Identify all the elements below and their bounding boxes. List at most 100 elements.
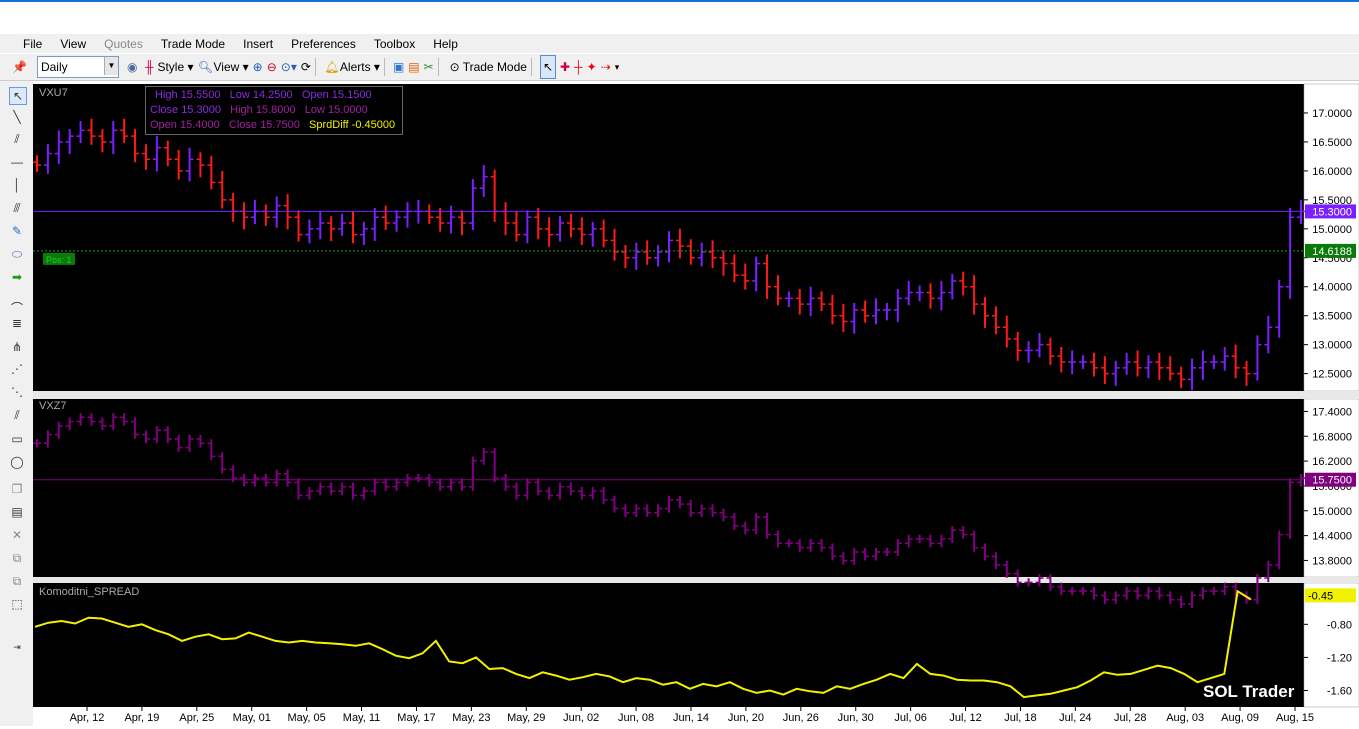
magnifier-icon: 🔍︎ [197,60,214,74]
delete-icon[interactable]: ✕ [9,527,25,543]
chart-area: 17.0000 16.5000 16.0000 15.5000 15.0000 14.50… [33,81,1359,726]
gann-fan-icon[interactable]: ⋱ [9,384,25,400]
pointer-icon[interactable]: ↖ [539,55,557,79]
position-tag-label: Pos: 1 [46,255,72,265]
crosshair-dot-icon[interactable]: ✦ [587,56,597,78]
x-tick-label: May, 23 [452,712,490,724]
speed-lines-icon[interactable]: ⫽ [9,407,25,423]
brand-label: SOL Trader [1203,682,1295,701]
zoom-menu-icon[interactable]: ⊙▾ [281,56,297,78]
period-select[interactable]: Daily ▼ [36,56,119,78]
spread-tick-label: -1.60 [1327,685,1352,697]
menu-preferences[interactable]: Preferences [282,37,365,51]
info-close-label: Close [150,104,179,116]
overflow-icon[interactable]: ▾ [615,56,620,78]
chart-canvas[interactable]: 17.000016.500016.000015.500015.000014.50… [33,81,1359,726]
drawing-tools-bar: ↖ ╲ ⫽ — │ ⫻ ✎ ⬭ ➡ ︵ ≣ ⋔ ⋰ ⋱ ⫽ ▭ ◯ ❐ ▤ ✕ … [0,81,33,726]
note-icon[interactable]: ✎ [9,223,25,239]
refresh-icon[interactable]: ⟳ [301,56,311,78]
vxz-tick-label: 13.8000 [1312,555,1352,567]
zoom-in-icon[interactable]: ⊕ [253,56,263,78]
ellipse-icon[interactable]: ◯ [9,454,25,470]
line-tool-icon[interactable]: ╲ [9,109,25,125]
x-tick-label: Jun, 02 [563,712,599,724]
stack-icon[interactable]: ⧉ [9,550,25,566]
expand-icon[interactable]: ⇥ [9,639,25,655]
info-high-value: 15.5500 [180,89,221,101]
menu-help[interactable]: Help [424,37,467,51]
position-value-label: 14.6188 [1312,246,1352,258]
info-spread-label: SprdDiff [309,119,349,131]
rectangle-icon[interactable]: ▭ [9,431,25,447]
vxu-tick-label: 14.0000 [1312,282,1352,294]
vxz-tick-label: 17.4000 [1312,406,1352,418]
x-tick-label: Jun, 20 [728,712,764,724]
arc-icon[interactable]: ︵ [9,292,25,308]
spread-last-label: -0.45 [1308,590,1333,602]
crosshair-arrow-icon[interactable]: ⇢ [601,56,611,78]
template-icon[interactable]: ▣ [393,56,404,78]
mouse-icon: ⊙ [449,60,460,74]
x-tick-label: May, 05 [287,712,325,724]
trade-mode-label: Trade Mode [462,60,527,74]
vxz-tick-label: 14.4000 [1312,531,1352,543]
x-tick-label: Jul, 28 [1114,712,1146,724]
x-tick-label: May, 17 [397,712,435,724]
x-tick-label: Jun, 08 [618,712,654,724]
vxu-tick-label: 16.0000 [1312,166,1352,178]
window-titlebar [0,0,1359,35]
menu-toolbox[interactable]: Toolbox [365,37,424,51]
info-vxz-close-label: Close [228,119,258,131]
menu-view[interactable]: View [51,37,95,51]
scissors-icon[interactable]: ✂ [424,56,434,78]
spread-tick-label: -0.80 [1327,619,1352,631]
eye-icon[interactable]: ◉ [127,56,137,78]
menu-trade-mode[interactable]: Trade Mode [152,37,234,51]
trade-mode-button[interactable]: ⊙ Trade Mode [447,56,527,78]
x-tick-label: Apr, 25 [179,712,214,724]
pitchfork-icon[interactable]: ⋔ [9,339,25,355]
vxz-tick-label: 16.2000 [1312,456,1352,468]
style-menu[interactable]: ╫ Style ▾ [141,56,193,78]
layers-icon[interactable]: ⧉ [9,573,25,589]
horizontal-line-icon[interactable]: — [9,154,25,170]
vxu-last-price-label: 15.3000 [1312,206,1352,218]
crosshair-red-icon[interactable]: ┼ [574,56,583,78]
properties-icon[interactable]: ▤ [9,504,25,520]
view-label: View [213,60,240,74]
vxu-tick-label: 16.5000 [1312,137,1352,149]
crosshair-icon[interactable]: ✚ [560,56,570,78]
x-tick-label: May, 01 [233,712,271,724]
zoom-out-icon[interactable]: ⊖ [267,56,277,78]
menu-quotes[interactable]: Quotes [95,37,152,51]
view-menu[interactable]: 🔍︎ View ▾ [197,56,249,78]
fib-icon[interactable]: ≣ [9,315,25,331]
parallel-lines-icon[interactable]: ⫽ [9,131,25,147]
pin-icon[interactable]: 📌 [12,56,27,78]
regression-icon[interactable]: ⋰ [9,361,25,377]
callout-icon[interactable]: ⬭ [9,246,25,262]
arrow-right-icon[interactable]: ➡ [9,269,25,285]
info-vxz-open-label: Open [150,119,177,131]
copy-icon[interactable]: ❐ [9,481,25,497]
alerts-menu[interactable]: 🔔︎ Alerts ▾ [324,56,380,78]
channel-icon[interactable]: ⫻ [9,200,25,216]
info-spread-value: -0.45000 [351,119,396,131]
x-tick-label: Aug, 15 [1276,712,1314,724]
vxz-last-price-label: 15.7500 [1312,475,1352,487]
info-high-label: High [155,89,178,101]
x-tick-label: Aug, 09 [1221,712,1259,724]
toolbar-divider [383,58,385,76]
main-toolbar: 📌 Daily ▼ ◉ ╫ Style ▾ 🔍︎ View ▾ ⊕ ⊖ ⊙▾ ⟳ 🔔︎… [0,54,1359,81]
toolbar-divider [314,58,316,76]
menu-file[interactable]: File [14,37,51,51]
vertical-line-icon[interactable]: │ [9,177,25,193]
pointer-tool-icon[interactable]: ↖ [9,87,27,105]
vxu-tick-label: 12.5000 [1312,369,1352,381]
menu-bar: File View Quotes Trade Mode Insert Prefe… [0,34,1359,53]
toolbar-divider [530,58,532,76]
palette-icon[interactable]: ▤ [408,56,419,78]
menu-insert[interactable]: Insert [234,37,282,51]
chevron-down-icon[interactable]: ▼ [103,57,118,75]
select-area-icon[interactable]: ⬚ [9,596,25,612]
